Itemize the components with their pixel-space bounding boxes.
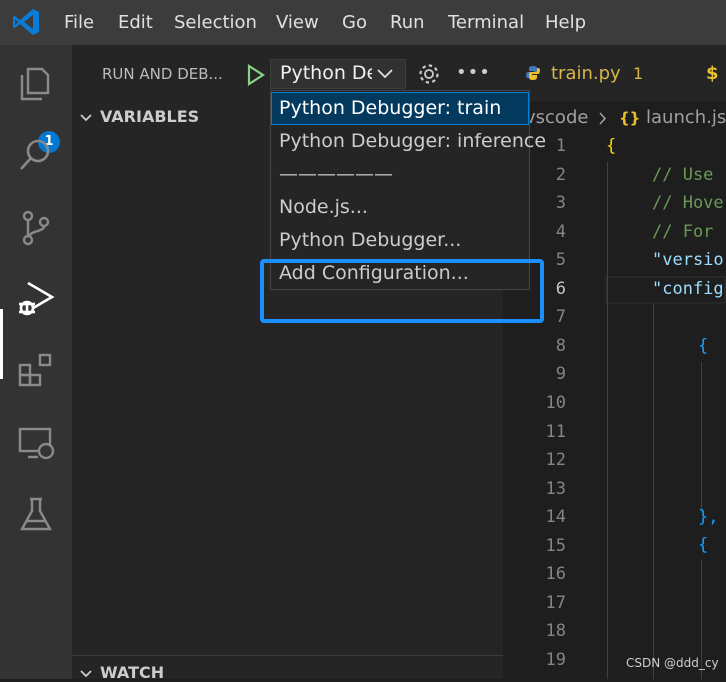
line-number: 2 xyxy=(555,164,566,185)
json-braces-icon: {} xyxy=(619,109,641,127)
menu-selection[interactable]: Selection xyxy=(174,0,257,45)
chevron-right-icon xyxy=(599,112,607,125)
line-number: 12 xyxy=(545,450,566,471)
annotation-highlight-box xyxy=(260,259,544,323)
testing-flask-icon[interactable] xyxy=(16,495,56,535)
line-number: 18 xyxy=(545,621,566,642)
line-number: 13 xyxy=(545,478,566,499)
start-debugging-play-icon[interactable] xyxy=(246,64,266,86)
menu-view[interactable]: View xyxy=(276,0,319,45)
active-indicator xyxy=(0,309,3,379)
dropdown-item-python-debugger-inference[interactable]: Python Debugger: inference xyxy=(271,125,546,158)
title-bar: File Edit Selection View Go Run Terminal… xyxy=(0,0,726,45)
line-number: 4 xyxy=(555,221,566,242)
debug-config-selected-label: Python De xyxy=(280,62,372,84)
code-line-8[interactable]: { xyxy=(698,336,708,356)
watch-section-header[interactable]: WATCH xyxy=(80,663,164,682)
run-debug-icon[interactable] xyxy=(16,279,56,319)
more-actions-icon[interactable]: ••• xyxy=(456,62,491,83)
indent-guide xyxy=(701,362,702,512)
code-line-15[interactable]: { xyxy=(698,535,708,555)
explorer-icon[interactable] xyxy=(16,63,56,103)
dropdown-item-nodejs[interactable]: Node.js... xyxy=(271,191,529,224)
code-line-3[interactable]: // Hove xyxy=(652,193,724,213)
code-line-4[interactable]: // For xyxy=(652,222,713,242)
variables-section-header[interactable]: VARIABLES xyxy=(80,107,199,126)
vscode-logo-icon xyxy=(13,9,39,35)
chevron-down-icon xyxy=(377,69,393,79)
activity-bar: 1 xyxy=(0,45,72,679)
code-line-6[interactable]: "config xyxy=(652,279,724,299)
search-icon[interactable] xyxy=(16,135,56,175)
dropdown-separator: —————— xyxy=(279,163,393,185)
sidebar-title: RUN AND DEB... xyxy=(102,65,223,83)
dropdown-item-python-debugger-train[interactable]: Python Debugger: train xyxy=(271,92,529,125)
indent-guide xyxy=(653,304,654,679)
remote-explorer-icon[interactable] xyxy=(16,423,56,463)
watermark: CSDN @ddd_cy xyxy=(626,656,719,670)
line-number: 19 xyxy=(545,649,566,670)
menu-run[interactable]: Run xyxy=(390,0,425,45)
tab-train-py[interactable]: train.py xyxy=(551,45,621,101)
python-file-icon xyxy=(526,66,540,80)
debug-config-select[interactable]: Python De xyxy=(270,59,406,89)
tab-terminal[interactable]: $ xyxy=(706,45,719,101)
line-number: 10 xyxy=(545,392,566,413)
menu-terminal[interactable]: Terminal xyxy=(448,0,524,45)
breadcrumb-file[interactable]: launch.json xyxy=(646,101,726,135)
line-number: 17 xyxy=(545,592,566,613)
line-number: 9 xyxy=(555,364,566,385)
menu-file[interactable]: File xyxy=(64,0,94,45)
menu-edit[interactable]: Edit xyxy=(118,0,153,45)
source-control-icon[interactable] xyxy=(16,208,56,248)
code-line-14[interactable]: }, xyxy=(698,507,718,527)
line-number: 8 xyxy=(555,335,566,356)
section-divider xyxy=(72,655,503,656)
line-number: 15 xyxy=(545,535,566,556)
watch-section-label: WATCH xyxy=(100,663,165,682)
indent-guide xyxy=(607,162,608,679)
tab-problems-badge: 1 xyxy=(633,64,644,83)
line-number: 3 xyxy=(555,193,566,214)
line-number: 14 xyxy=(545,507,566,528)
gear-icon[interactable] xyxy=(417,62,441,86)
line-number: 16 xyxy=(545,564,566,585)
menu-go[interactable]: Go xyxy=(342,0,367,45)
chevron-down-icon xyxy=(80,107,92,126)
code-line-5[interactable]: "versio xyxy=(652,250,724,270)
variables-section-label: VARIABLES xyxy=(100,107,200,126)
line-number: 11 xyxy=(545,421,566,442)
menu-help[interactable]: Help xyxy=(545,0,586,45)
extensions-icon[interactable] xyxy=(16,351,56,391)
dropdown-item-python-debugger[interactable]: Python Debugger... xyxy=(271,224,529,257)
chevron-down-icon xyxy=(80,663,92,682)
code-line-2[interactable]: // Use xyxy=(652,165,713,185)
editor-tabs: train.py 1 $ xyxy=(503,45,726,101)
code-line-1[interactable]: { xyxy=(606,136,616,156)
